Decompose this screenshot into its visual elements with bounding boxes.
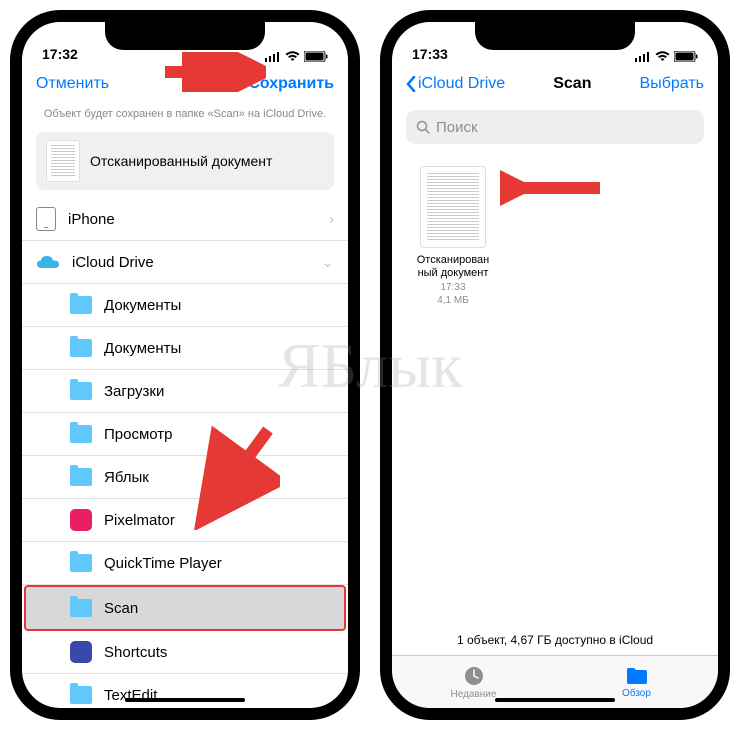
row-label: iCloud Drive — [72, 254, 154, 271]
file-item[interactable]: Отсканирован ный документ 17:33 4,1 МБ — [408, 166, 498, 306]
battery-icon — [674, 51, 698, 62]
signal-icon — [635, 52, 651, 62]
folder-icon — [70, 554, 92, 572]
back-label: iCloud Drive — [418, 75, 505, 93]
save-location-subtext: Объект будет сохранен в папке «Scan» на … — [22, 104, 348, 124]
folder-icon — [70, 296, 92, 314]
clock-icon — [463, 665, 485, 687]
folder-icon — [625, 666, 649, 686]
folder-icon — [70, 686, 92, 704]
search-placeholder: Поиск — [436, 119, 478, 136]
cancel-button[interactable]: Отменить — [36, 75, 109, 93]
page-title: Scan — [553, 75, 591, 93]
battery-icon — [304, 51, 328, 62]
row-label: QuickTime Player — [104, 555, 222, 572]
iphone-device-left: 17:32 Отменить Сохранить Объект будет со… — [10, 10, 360, 720]
shortcuts-icon — [70, 641, 92, 663]
folder-shortcuts[interactable]: Shortcuts — [22, 631, 348, 674]
pixelmator-icon — [70, 509, 92, 531]
navbar-files: iCloud Drive Scan Выбрать — [392, 64, 718, 104]
row-label: Scan — [104, 600, 138, 617]
wifi-icon — [285, 51, 300, 62]
document-preview-row[interactable]: Отсканированный документ — [36, 132, 334, 190]
chevron-left-icon — [406, 76, 416, 92]
folder-quicktime[interactable]: QuickTime Player — [22, 542, 348, 585]
document-name: Отсканированный документ — [90, 153, 272, 169]
row-label: Документы — [104, 340, 181, 357]
location-icloud-drive[interactable]: iCloud Drive ⌄ — [22, 241, 348, 284]
annotation-arrow-save — [160, 52, 266, 92]
storage-info: 1 объект, 4,67 ГБ доступно в iCloud — [392, 625, 718, 655]
folder-icon — [70, 425, 92, 443]
chevron-right-icon: › — [329, 211, 334, 228]
search-input[interactable]: Поиск — [406, 110, 704, 144]
tab-label: Обзор — [622, 688, 651, 699]
location-list: iPhone › iCloud Drive ⌄ Документы Докуме… — [22, 198, 348, 708]
row-label: Просмотр — [104, 426, 173, 443]
notch — [105, 22, 265, 50]
status-time: 17:32 — [42, 46, 78, 62]
folder-icon — [70, 382, 92, 400]
folder-pixelmator[interactable]: Pixelmator — [22, 499, 348, 542]
folder-downloads[interactable]: Загрузки — [22, 370, 348, 413]
row-label: Документы — [104, 297, 181, 314]
search-icon — [416, 120, 430, 134]
file-name: Отсканирован ный документ — [408, 254, 498, 280]
tab-label: Недавние — [451, 689, 497, 700]
file-time: 17:33 — [408, 282, 498, 293]
file-size: 4,1 МБ — [408, 295, 498, 306]
back-button[interactable]: iCloud Drive — [406, 75, 505, 93]
iphone-icon — [36, 207, 56, 231]
file-thumbnail-icon — [420, 166, 486, 248]
folder-documents-1[interactable]: Документы — [22, 284, 348, 327]
chevron-down-icon: ⌄ — [321, 253, 334, 271]
folder-preview[interactable]: Просмотр — [22, 413, 348, 456]
row-label: iPhone — [68, 211, 115, 228]
row-label: Яблык — [104, 469, 149, 486]
notch — [475, 22, 635, 50]
iphone-device-right: 17:33 iCloud Drive Scan Выбрать Поиск От… — [380, 10, 730, 720]
row-label: Pixelmator — [104, 512, 175, 529]
home-indicator[interactable] — [125, 698, 245, 702]
folder-textedit[interactable]: TextEdit — [22, 674, 348, 708]
status-right — [635, 51, 698, 62]
status-time: 17:33 — [412, 46, 448, 62]
select-button[interactable]: Выбрать — [640, 75, 704, 93]
folder-icon — [70, 339, 92, 357]
folder-icon — [70, 468, 92, 486]
signal-icon — [265, 52, 281, 62]
document-thumbnail-icon — [46, 140, 80, 182]
location-iphone[interactable]: iPhone › — [22, 198, 348, 241]
folder-documents-2[interactable]: Документы — [22, 327, 348, 370]
folder-yablyk[interactable]: Яблык — [22, 456, 348, 499]
folder-scan-selected[interactable]: Scan — [24, 585, 346, 631]
wifi-icon — [655, 51, 670, 62]
annotation-arrow-scan — [190, 420, 280, 530]
home-indicator[interactable] — [495, 698, 615, 702]
status-right — [265, 51, 328, 62]
folder-icon — [70, 599, 92, 617]
row-label: Shortcuts — [104, 644, 167, 661]
annotation-arrow-file — [500, 168, 606, 208]
icloud-icon — [36, 254, 60, 270]
row-label: Загрузки — [104, 383, 164, 400]
